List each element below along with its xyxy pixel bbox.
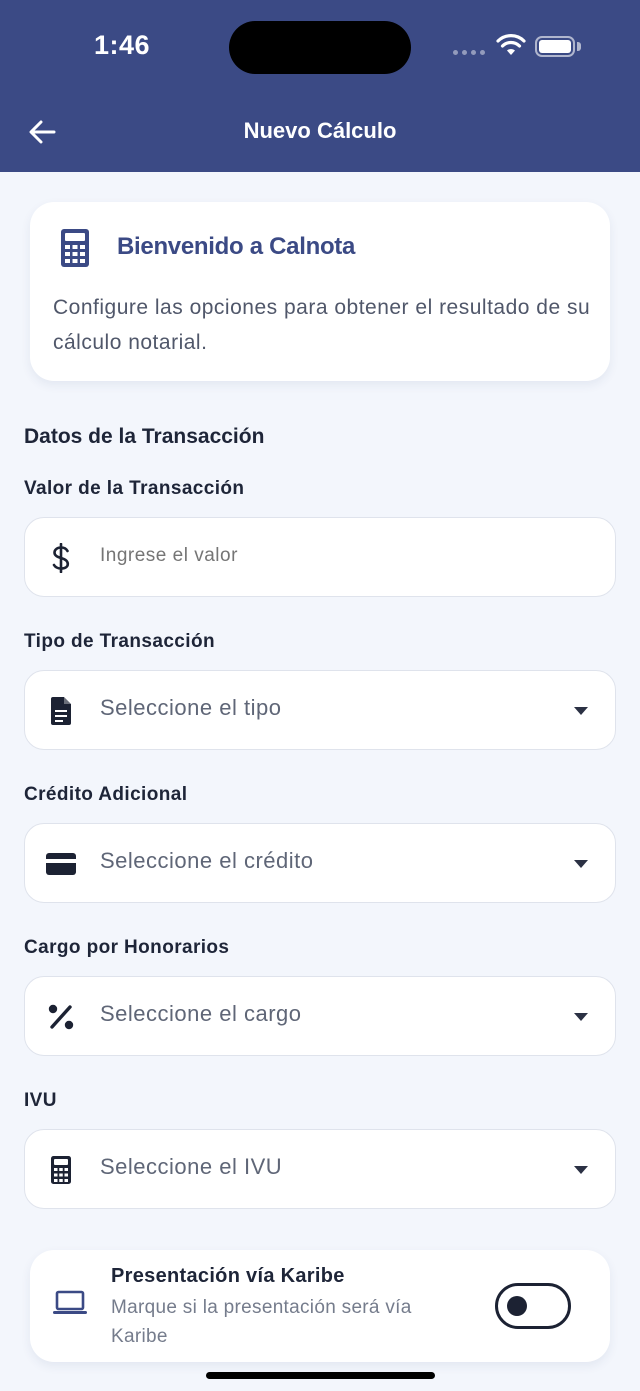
signal-icon (453, 50, 485, 55)
calculator-icon (60, 228, 90, 273)
credito-selected: Seleccione el crédito (100, 848, 314, 873)
toggle-knob (507, 1296, 527, 1316)
cargo-label: Cargo por Honorarios (24, 937, 230, 958)
ivu-label: IVU (24, 1090, 57, 1111)
laptop-icon (52, 1290, 88, 1321)
cargo-select[interactable]: Seleccione el cargo (24, 976, 616, 1056)
calculator-icon (43, 1152, 79, 1188)
valor-input-container[interactable] (24, 517, 616, 597)
section-title: Datos de la Transacción (24, 425, 265, 448)
welcome-description: Configure las opciones para obtener el r… (53, 296, 591, 354)
tipo-selected: Seleccione el tipo (100, 695, 282, 720)
percent-icon (43, 999, 79, 1035)
dropdown-arrow-icon (574, 860, 588, 868)
status-time: 1:46 (94, 30, 151, 60)
valor-label: Valor de la Transacción (24, 478, 245, 499)
karibe-toggle[interactable] (495, 1283, 571, 1329)
credito-label: Crédito Adicional (24, 784, 188, 805)
credit-card-icon (43, 846, 79, 882)
welcome-title: Bienvenido a Calnota (117, 233, 356, 260)
ivu-selected: Seleccione el IVU (100, 1154, 283, 1179)
document-icon (43, 693, 79, 729)
dropdown-arrow-icon (574, 1166, 588, 1174)
cargo-selected: Seleccione el cargo (100, 1001, 302, 1026)
ivu-select[interactable]: Seleccione el IVU (24, 1129, 616, 1209)
dollar-icon (43, 540, 79, 576)
battery-icon (535, 36, 575, 57)
dynamic-island (229, 21, 411, 74)
dropdown-arrow-icon (574, 1013, 588, 1021)
valor-input[interactable] (100, 545, 580, 567)
karibe-description: Marque si la presentación será vía Karib… (111, 1297, 412, 1347)
tipo-label: Tipo de Transacción (24, 631, 215, 652)
welcome-card: Bienvenido a Calnota Configure las opcio… (30, 202, 610, 381)
karibe-card: Presentación vía Karibe Marque si la pre… (30, 1250, 610, 1362)
karibe-title: Presentación vía Karibe (111, 1265, 345, 1287)
dropdown-arrow-icon (574, 707, 588, 715)
app-header: 1:46 Nuevo Cálculo (0, 0, 640, 172)
credito-select[interactable]: Seleccione el crédito (24, 823, 616, 903)
wifi-icon (496, 34, 526, 63)
page-title: Nuevo Cálculo (243, 118, 397, 143)
tipo-select[interactable]: Seleccione el tipo (24, 670, 616, 750)
home-indicator[interactable] (206, 1372, 435, 1379)
